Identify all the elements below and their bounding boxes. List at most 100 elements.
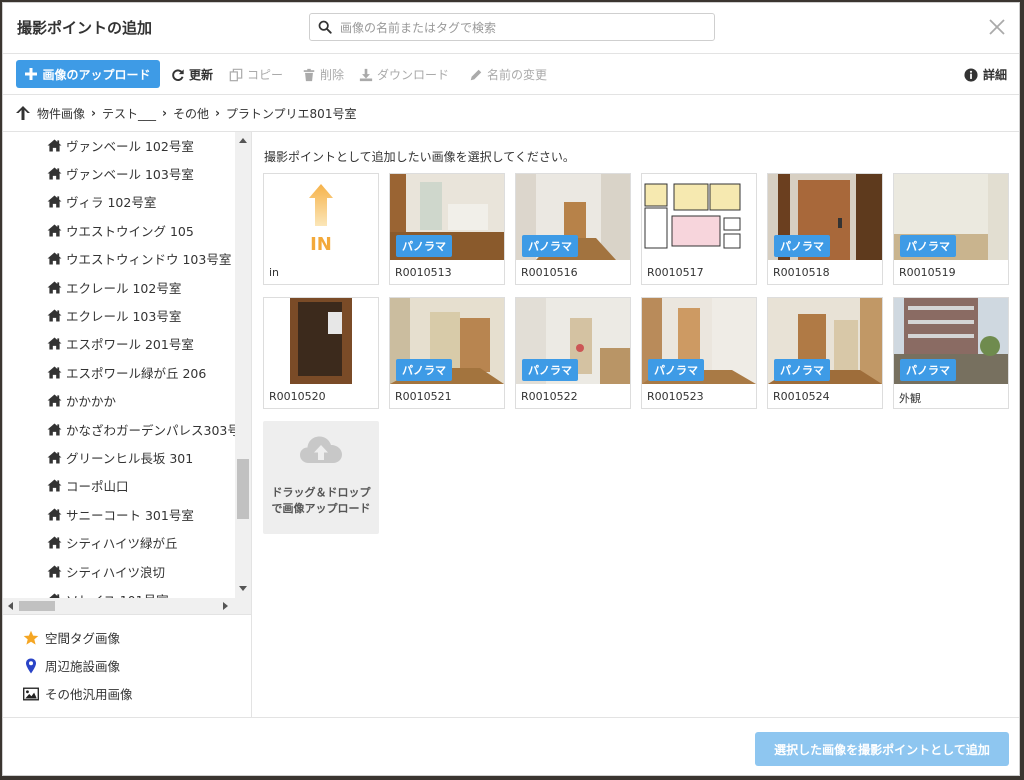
image-card[interactable]: パノラマ R0010516 [515, 173, 631, 285]
folder-label: ウエストウイング 105 [66, 223, 194, 239]
search-icon [318, 20, 332, 34]
folder-item[interactable]: コーポ山口 [47, 475, 129, 497]
refresh-icon [172, 68, 184, 81]
image-card[interactable]: パノラマ R0010524 [767, 297, 883, 409]
drag-drop-upload-zone[interactable]: ドラッグ＆ドロップ で画像アップロード [263, 421, 379, 534]
home-icon [47, 309, 62, 322]
breadcrumb-item[interactable]: その他 [173, 105, 209, 122]
image-name: 外観 [899, 392, 921, 405]
dialog-title: 撮影ポイントの追加 [17, 19, 153, 37]
folder-tree: ヴァンベール 102号室ヴァンベール 103号室 ヴィラ 102号室ウエストウイン… [3, 132, 235, 598]
upload-image-button[interactable]: 画像のアップロード [16, 60, 160, 88]
image-card[interactable]: パノラマ R0010521 [389, 297, 505, 409]
folder-item[interactable]: ソレイユ 101号室 [47, 588, 169, 598]
folder-item[interactable]: エクレール 103号室 [47, 304, 181, 326]
image-name: R0010518 [773, 266, 830, 279]
scrollbar-thumb[interactable] [237, 459, 249, 519]
special-folder-label: 空間タグ画像 [45, 631, 121, 646]
close-icon[interactable] [987, 17, 1007, 37]
panorama-badge: パノラマ [522, 235, 578, 257]
image-card[interactable]: パノラマ R0010519 [893, 173, 1009, 285]
folder-item[interactable]: ウエストウイング 105 [47, 219, 194, 241]
folder-label: ヴァンベール 102号室 [66, 138, 194, 154]
refresh-button[interactable]: 更新 [171, 66, 213, 83]
folder-label: かなざわガーデンパレス303号 [66, 422, 235, 438]
breadcrumb-item[interactable]: テスト___ [102, 105, 156, 122]
dialog-header: 撮影ポイントの追加 [3, 3, 1019, 54]
toolbar: 画像のアップロード 更新 コピー 削除 ダウンロード 名前の変更 詳細 [3, 54, 1019, 95]
home-icon [47, 252, 62, 265]
add-as-shooting-point-button[interactable]: 選択した画像を撮影ポイントとして追加 [755, 732, 1009, 766]
special-folder-space-tags[interactable]: 空間タグ画像 [23, 628, 120, 647]
horizontal-scrollbar[interactable] [3, 598, 251, 615]
image-name: in [269, 266, 280, 279]
folder-item[interactable]: グリーンヒル長坂 301 [47, 446, 193, 468]
home-icon [47, 337, 62, 350]
breadcrumb: 物件画像 › テスト___ › その他 › プラトンプリエ801号室 [3, 95, 1019, 132]
folder-item[interactable]: エクレール 102号室 [47, 276, 181, 298]
search-box[interactable] [309, 13, 715, 41]
rename-button[interactable]: 名前の変更 [469, 66, 547, 83]
scroll-down-arrow[interactable] [239, 586, 247, 591]
folder-item[interactable]: ウエストウィンドウ 103号室 [47, 248, 231, 270]
folder-item[interactable]: かかかか [47, 390, 116, 412]
image-card[interactable]: パノラマ R0010518 [767, 173, 883, 285]
home-icon [47, 138, 62, 152]
delete-button[interactable]: 削除 [302, 66, 344, 83]
image-card[interactable]: パノラマ R0010523 [641, 297, 757, 409]
image-card[interactable]: IN in [263, 173, 379, 285]
folder-item[interactable]: かなざわガーデンパレス303号 [47, 418, 235, 440]
detail-button[interactable]: 詳細 [964, 66, 1007, 83]
image-card[interactable]: パノラマ 外観 [893, 297, 1009, 409]
breadcrumb-item[interactable]: 物件画像 [37, 105, 85, 122]
add-shooting-point-dialog: 撮影ポイントの追加 画像のアップロード 更新 [2, 2, 1020, 776]
breadcrumb-current[interactable]: プラトンプリエ801号室 [226, 105, 357, 122]
map-pin-icon [26, 658, 36, 673]
image-card[interactable]: R0010517 [641, 173, 757, 285]
image-name: R0010517 [647, 266, 704, 279]
home-icon [47, 167, 62, 180]
home-icon [47, 451, 62, 464]
special-folder-nearby[interactable]: 周辺施設画像 [23, 656, 120, 675]
panorama-badge: パノラマ [900, 359, 956, 381]
folder-item[interactable]: ヴァンベール 102号室 [47, 134, 194, 156]
folder-label: ソレイユ 101号室 [66, 590, 169, 598]
copy-button[interactable]: コピー [229, 66, 283, 83]
detail-label: 詳細 [982, 68, 1007, 82]
copy-label: コピー [247, 68, 284, 82]
info-icon [964, 67, 978, 82]
folder-label: ウエストウィンドウ 103号室 [66, 252, 232, 268]
search-input[interactable] [338, 17, 702, 39]
scroll-left-arrow[interactable] [8, 602, 13, 610]
scroll-right-arrow[interactable] [223, 602, 228, 610]
panorama-badge: パノラマ [900, 235, 956, 257]
image-name: R0010523 [647, 390, 704, 403]
rename-label: 名前の変更 [487, 68, 548, 82]
home-icon [47, 366, 62, 379]
upload-image-label: 画像のアップロード [42, 67, 151, 82]
image-card[interactable]: パノラマ R0010522 [515, 297, 631, 409]
image-card[interactable]: パノラマ R0010513 [389, 173, 505, 285]
special-folder-other[interactable]: その他汎用画像 [23, 684, 133, 703]
image-card[interactable]: R0010520 [263, 297, 379, 409]
folder-item[interactable]: ヴィラ 102号室 [47, 191, 156, 213]
vertical-scrollbar[interactable] [235, 132, 251, 598]
download-button[interactable]: ダウンロード [359, 66, 449, 83]
scroll-up-arrow[interactable] [239, 138, 247, 143]
home-icon [47, 508, 62, 521]
folder-item[interactable]: ヴァンベール 103号室 [47, 162, 194, 184]
arrow-up-icon[interactable] [15, 105, 31, 121]
folder-item[interactable]: サニーコート 301号室 [47, 503, 194, 525]
scrollbar-thumb[interactable] [19, 601, 55, 611]
image-thumbnail [264, 298, 378, 384]
folder-label: かかかか [66, 394, 117, 410]
folder-item[interactable]: シティハイツ緑が丘 [47, 532, 178, 554]
folder-item[interactable]: シティハイツ浪切 [47, 560, 165, 582]
folder-item[interactable]: エスポワール緑が丘 206 [47, 361, 206, 383]
home-icon [47, 224, 62, 237]
home-icon [47, 394, 62, 407]
folder-label: シティハイツ緑が丘 [66, 536, 178, 552]
folder-item[interactable]: エスポワール 201号室 [47, 333, 194, 355]
folder-label: サニーコート 301号室 [66, 507, 194, 523]
image-thumbnail [642, 174, 756, 260]
